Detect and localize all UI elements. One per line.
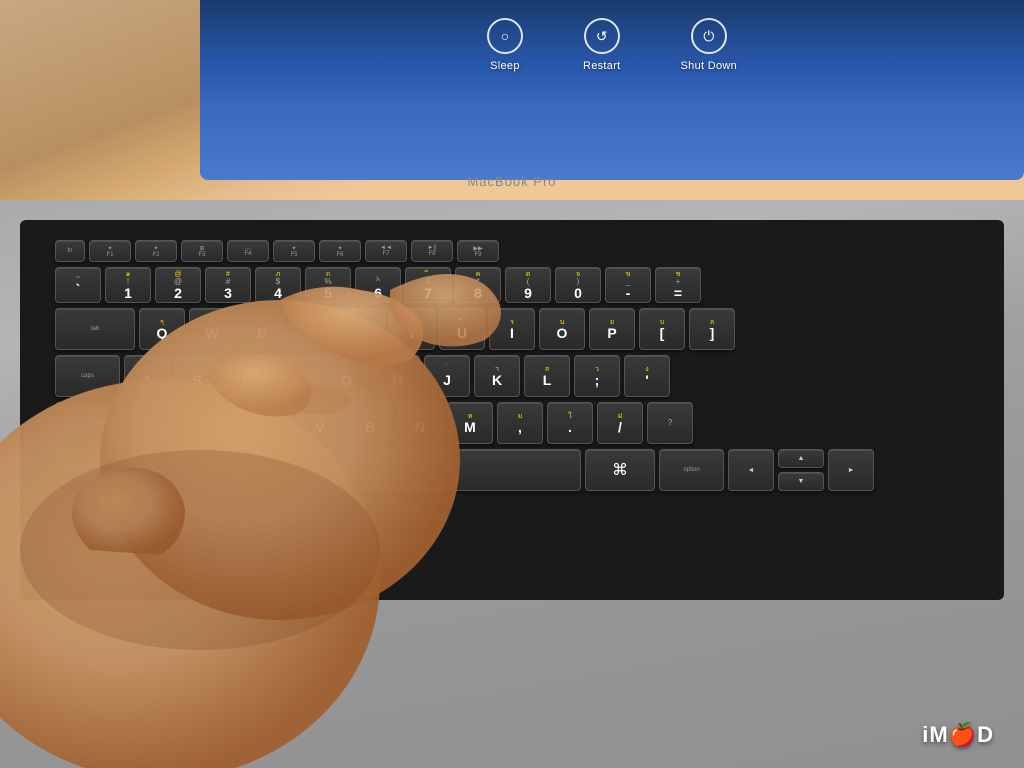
sleep-icon: ○ — [487, 18, 523, 54]
c-key[interactable]: แ C — [247, 402, 293, 444]
n-key[interactable]: ื N — [397, 402, 443, 444]
o-key[interactable]: น O — [539, 308, 585, 350]
shutdown-label: Shut Down — [681, 60, 738, 72]
quote-key[interactable]: ง ' — [624, 355, 670, 397]
arrow-right-key[interactable]: ► — [828, 449, 874, 491]
6-key[interactable]: ุ ^ 6 — [355, 267, 401, 303]
b-key[interactable]: ิ B — [347, 402, 393, 444]
bottom-row: fn control option ⌘ command ⌘ option ◄ ▲ — [55, 449, 874, 491]
bracket-open-key[interactable]: บ [ — [639, 308, 685, 350]
macbook-pro-label: MacBook Pro — [467, 174, 556, 189]
0-key[interactable]: จ ) 0 — [555, 267, 601, 303]
q-key[interactable]: ๆ Q — [139, 308, 185, 350]
m-key[interactable]: ท M — [447, 402, 493, 444]
h-key[interactable]: ้ H — [374, 355, 420, 397]
shutdown-option: ⏻ Shut Down — [681, 18, 738, 72]
comma-key[interactable]: ม , — [497, 402, 543, 444]
equals-key[interactable]: ช + = — [655, 267, 701, 303]
screen-content: ○ Sleep ↺ Restart ⏻ Shut Down — [200, 0, 1024, 180]
function-row: fn ✦ F1 ✦ F2 ⊞ F3 … F4 ✦ F5 ✦ F6 ◄◄ F7 — [55, 240, 499, 262]
5-key[interactable]: ถ % 5 — [305, 267, 351, 303]
fn-key[interactable]: fn — [55, 240, 85, 262]
backtick-key[interactable]: ~ ` — [55, 267, 101, 303]
y-key[interactable]: ั Y — [389, 308, 435, 350]
7-key[interactable]: ึ & 7 — [405, 267, 451, 303]
zxcv-row: shift ผ Z ป X แ C อ V ิ B ื N ท M — [55, 402, 693, 444]
4-key[interactable]: ภ $ 4 — [255, 267, 301, 303]
f7-key[interactable]: ◄◄ F7 — [365, 240, 407, 262]
sleep-label: Sleep — [490, 60, 520, 72]
1-key[interactable]: ๑ ! 1 — [105, 267, 151, 303]
semicolon-key[interactable]: ว ; — [574, 355, 620, 397]
watermark-text-d: D — [977, 722, 994, 747]
restart-icon: ↺ — [584, 18, 620, 54]
z-key[interactable]: ผ Z — [147, 402, 193, 444]
f1-key[interactable]: ✦ F1 — [89, 240, 131, 262]
control-key[interactable]: control — [89, 449, 154, 491]
period-key[interactable]: ใ . — [547, 402, 593, 444]
shift-left-key[interactable]: shift — [55, 402, 143, 444]
watermark: iM🍎D — [922, 722, 994, 748]
apple-logo: 🍎 — [949, 722, 977, 747]
s-key[interactable]: ห S — [174, 355, 220, 397]
caps-key[interactable]: caps — [55, 355, 120, 397]
2-key[interactable]: @ @ 2 — [155, 267, 201, 303]
slash-key[interactable]: ฝ / — [597, 402, 643, 444]
command-right-key[interactable]: ⌘ — [585, 449, 655, 491]
9-key[interactable]: ต ( 9 — [505, 267, 551, 303]
a-key[interactable]: ฟ A — [124, 355, 170, 397]
photo-frame: ○ Sleep ↺ Restart ⏻ Shut Down MacBook Pr… — [0, 0, 1024, 768]
arrow-down-key[interactable]: ▼ — [778, 472, 824, 491]
arrow-left-key[interactable]: ◄ — [728, 449, 774, 491]
macbook-screen: ○ Sleep ↺ Restart ⏻ Shut Down — [200, 0, 1024, 180]
f9-key[interactable]: ▶▶ F9 — [457, 240, 499, 262]
f3-key[interactable]: ⊞ F3 — [181, 240, 223, 262]
x-key[interactable]: ป X — [197, 402, 243, 444]
j-key[interactable]: ่ J — [424, 355, 470, 397]
l-key[interactable]: ส L — [524, 355, 570, 397]
3-key[interactable]: # # 3 — [205, 267, 251, 303]
k-key[interactable]: า K — [474, 355, 520, 397]
fn-bottom-key[interactable]: fn — [55, 449, 85, 471]
f-key[interactable]: ด F — [274, 355, 320, 397]
arrow-up-key[interactable]: ▲ — [778, 449, 824, 468]
bracket-close-key[interactable]: ล ] — [689, 308, 735, 350]
restart-option: ↺ Restart — [583, 18, 621, 72]
e-key[interactable]: ำ E — [239, 308, 285, 350]
question-key[interactable]: ? — [647, 402, 693, 444]
t-key[interactable]: ะ T — [339, 308, 385, 350]
asdf-row: caps ฟ A ห S ก D ด F เ G ้ H ่ J — [55, 355, 670, 397]
r-key[interactable]: พ R — [289, 308, 335, 350]
sleep-option: ○ Sleep — [487, 18, 523, 72]
f6-key[interactable]: ✦ F6 — [319, 240, 361, 262]
f4-key[interactable]: … F4 — [227, 240, 269, 262]
watermark-text-im: iM — [922, 722, 948, 747]
w-key[interactable]: ไ W — [189, 308, 235, 350]
u-key[interactable]: ี U — [439, 308, 485, 350]
f5-key[interactable]: ✦ F5 — [273, 240, 315, 262]
shutdown-dialog: ○ Sleep ↺ Restart ⏻ Shut Down — [487, 18, 737, 72]
d-key[interactable]: ก D — [224, 355, 270, 397]
8-key[interactable]: ค * 8 — [455, 267, 501, 303]
minus-key[interactable]: ข _ - — [605, 267, 651, 303]
qwerty-row: tab ๆ Q ไ W ำ E พ R ะ T ั Y ี U — [55, 308, 735, 350]
option-key[interactable]: option — [158, 449, 223, 491]
command-key[interactable]: ⌘ command — [227, 449, 297, 491]
shutdown-icon: ⏻ — [691, 18, 727, 54]
f8-key[interactable]: ►|| F8 — [411, 240, 453, 262]
f2-key[interactable]: ✦ F2 — [135, 240, 177, 262]
i-key[interactable]: ร I — [489, 308, 535, 350]
v-key[interactable]: อ V — [297, 402, 343, 444]
number-row: ~ ` ๑ ! 1 @ @ 2 # # 3 ภ $ 4 ถ % 5 ุ — [55, 267, 701, 303]
g-key[interactable]: เ G — [324, 355, 370, 397]
p-key[interactable]: ย P — [589, 308, 635, 350]
spacebar-key[interactable] — [301, 449, 581, 491]
option-right-key[interactable]: option — [659, 449, 724, 491]
restart-label: Restart — [583, 60, 621, 72]
tab-key[interactable]: tab — [55, 308, 135, 350]
